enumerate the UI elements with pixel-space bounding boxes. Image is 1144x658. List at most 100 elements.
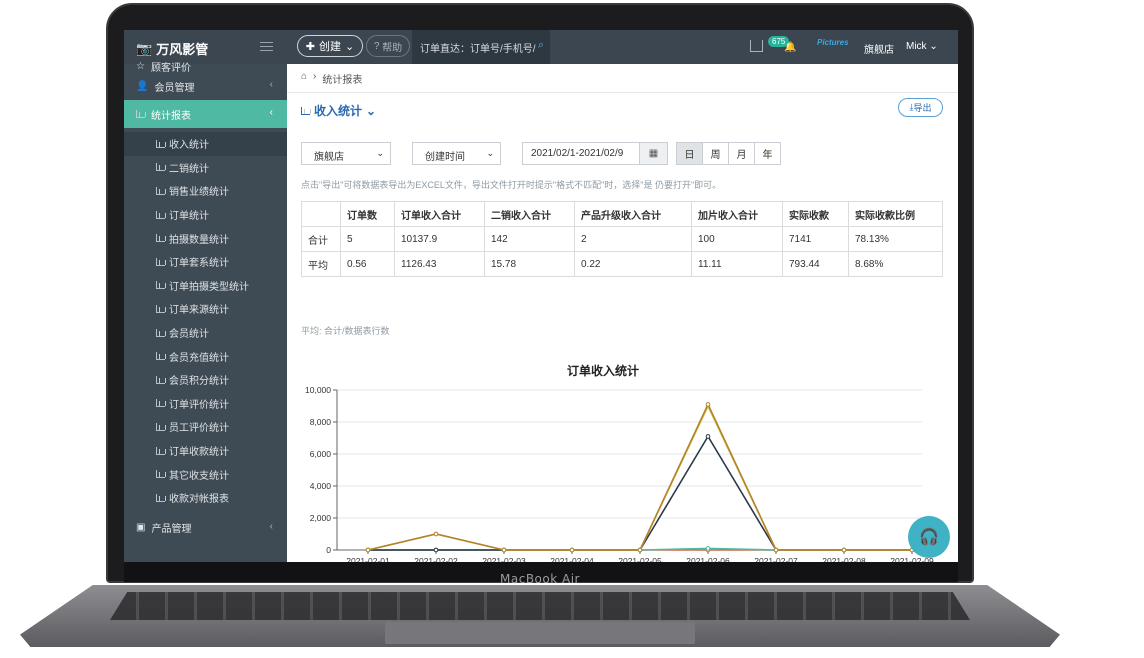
data-point [569, 547, 575, 553]
table-header-cell: 订单收入合计 [394, 201, 485, 227]
sidebar-subitem[interactable]: 订单来源统计 [124, 297, 287, 321]
table-cell: 5 [340, 226, 395, 252]
table-header-cell: 订单数 [340, 201, 395, 227]
table-cell: 1126.43 [394, 251, 485, 277]
home-icon[interactable]: ⌂ [301, 71, 307, 86]
sidebar-subitem[interactable]: 收款对帐报表 [124, 486, 287, 510]
sidebar-subitem[interactable]: 订单收款统计 [124, 439, 287, 463]
x-tick-label: 2021-02-07 [754, 556, 798, 562]
average-note: 平均: 合计/数据表行数 [301, 326, 390, 336]
sidebar-subitem[interactable]: 会员统计 [124, 321, 287, 345]
sidebar-subitem-label: 会员积分统计 [169, 376, 229, 388]
help-button-label: 帮助 [382, 42, 403, 54]
user-menu[interactable]: Mick ⌄ [906, 41, 938, 52]
create-button-label: 创建 [319, 41, 341, 53]
period-week-button[interactable]: 周 [702, 142, 729, 165]
chevron-down-icon: ⌄ [366, 103, 377, 118]
sidebar-subitem[interactable]: 订单统计 [124, 203, 287, 227]
export-button[interactable]: ⤓ 导出 [898, 98, 943, 117]
bar-chart-icon [301, 106, 311, 115]
menu-toggle-icon[interactable] [260, 42, 273, 51]
bar-chart-icon [156, 470, 166, 479]
sidebar-subitem[interactable]: 二销统计 [124, 156, 287, 180]
sidebar-subitem[interactable]: 员工评价统计 [124, 415, 287, 439]
bar-chart-icon [156, 281, 166, 290]
bar-chart-icon [156, 234, 166, 243]
data-point [705, 402, 711, 407]
bar-chart-icon [156, 186, 166, 195]
store-name[interactable]: 旗舰店 [864, 41, 894, 56]
sidebar-item-stats[interactable]: 统计报表 ‹ [124, 100, 287, 128]
help-button[interactable]: ? 帮助 [366, 35, 410, 57]
sidebar-subitem[interactable]: 收入统计 [124, 132, 287, 156]
period-day-button[interactable]: 日 [676, 142, 703, 165]
store-select-value: 旗舰店 [314, 152, 344, 163]
export-button-label: 导出 [913, 103, 932, 113]
sidebar-subitem[interactable]: 订单套系统计 [124, 250, 287, 274]
time-type-select[interactable]: 创建时间 ⌄ [412, 142, 501, 165]
sidebar-item-label: 会员管理 [154, 82, 195, 94]
user-name: Mick [906, 41, 927, 52]
period-year-button[interactable]: 年 [754, 142, 781, 165]
headset-icon[interactable]: 🎧 [908, 516, 950, 558]
sidebar-item-member[interactable]: 👤 会员管理 ‹ [124, 72, 287, 100]
brand-avatar[interactable]: Pictures [817, 38, 857, 55]
divider [287, 92, 958, 93]
sidebar-item-review[interactable]: ☆ 顾客评价 [124, 60, 287, 73]
table-cell: 142 [484, 226, 575, 252]
sidebar-item-label: 顾客评价 [150, 62, 191, 73]
sidebar-subitem[interactable]: 订单评价统计 [124, 392, 287, 416]
table-header-cell [301, 201, 341, 227]
app-logo[interactable]: 📷 万风影管 [136, 39, 208, 58]
top-bar: 📷 万风影管 ✚ 创建 ⌄ ? 帮助 订单直达：订单号/手机号/ ⌕ 675 🔔… [124, 30, 958, 64]
export-tip: 点击"导出"可将数据表导出为EXCEL文件，导出文件打开时提示"格式不匹配"时，… [301, 180, 722, 190]
bell-icon[interactable]: 🔔 [784, 42, 796, 53]
sidebar-subitem[interactable]: 会员充值统计 [124, 344, 287, 368]
y-tick-label: 0 [326, 545, 331, 555]
chevron-down-icon: ⌄ [345, 40, 355, 53]
bar-chart-icon [156, 257, 166, 266]
sidebar-subitem[interactable]: 其它收支统计 [124, 462, 287, 486]
store-select[interactable]: 旗舰店 ⌄ [301, 142, 391, 165]
bar-chart-icon [156, 352, 166, 361]
sidebar-subitem[interactable]: 订单拍摄类型统计 [124, 274, 287, 298]
calendar-icon[interactable]: ▦ [639, 143, 667, 164]
table-cell: 100 [691, 226, 783, 252]
data-point [365, 547, 371, 553]
stats-submenu: 收入统计 二销统计 销售业绩统计 订单统计 拍摄数量统计 订单套系统计 订单拍摄类型统计 订单… [124, 128, 287, 510]
x-tick-label: 2021-02-04 [550, 556, 594, 562]
sidebar-subitem-label: 拍摄数量统计 [169, 234, 229, 246]
data-point [637, 547, 643, 553]
period-month-button[interactable]: 月 [728, 142, 755, 165]
data-point [841, 547, 847, 553]
table-cell: 793.44 [782, 251, 849, 277]
sidebar-item-product[interactable]: ▣ 产品管理 ‹ [124, 514, 287, 542]
user-icon: 👤 [136, 80, 149, 92]
share-icon[interactable] [750, 40, 763, 52]
chevron-down-icon: ⌄ [376, 148, 384, 158]
sidebar-subitem-label: 销售业绩统计 [169, 187, 229, 199]
order-search-input[interactable]: 订单直达：订单号/手机号/ ⌕ [412, 30, 550, 64]
sidebar-subitem[interactable]: 拍摄数量统计 [124, 226, 287, 250]
breadcrumb: ⌂ › 统计报表 [301, 71, 362, 86]
page-title[interactable]: 收入统计 ⌄ [301, 102, 376, 119]
bar-chart-icon [156, 422, 166, 431]
search-icon[interactable]: ⌕ [538, 39, 544, 52]
screen: 📷 万风影管 ✚ 创建 ⌄ ? 帮助 订单直达：订单号/手机号/ ⌕ 675 🔔… [124, 30, 958, 562]
date-range-input[interactable]: 2021/02/1-2021/02/9 ▦ [522, 142, 668, 165]
sidebar-subitem[interactable]: 会员积分统计 [124, 368, 287, 392]
sidebar-subitem-label: 二销统计 [169, 163, 209, 175]
table-cell: 合计 [301, 226, 341, 252]
create-button[interactable]: ✚ 创建 ⌄ [297, 35, 363, 57]
sidebar-subitem-label: 订单套系统计 [169, 258, 229, 270]
table-cell: 15.78 [484, 251, 575, 277]
sidebar-subitem[interactable]: 销售业绩统计 [124, 179, 287, 203]
bar-chart-icon [156, 139, 166, 148]
series-line [367, 402, 912, 551]
x-tick-label: 2021-02-02 [414, 556, 458, 562]
table-row: 平均 0.56 1126.43 15.78 0.22 11.11 793.44 … [301, 251, 943, 277]
date-range-value: 2021/02/1-2021/02/9 [531, 148, 624, 159]
sidebar-subitem-label: 订单收款统计 [169, 447, 229, 459]
y-tick-label: 8,000 [310, 417, 332, 427]
x-tick-label: 2021-02-08 [822, 556, 866, 562]
